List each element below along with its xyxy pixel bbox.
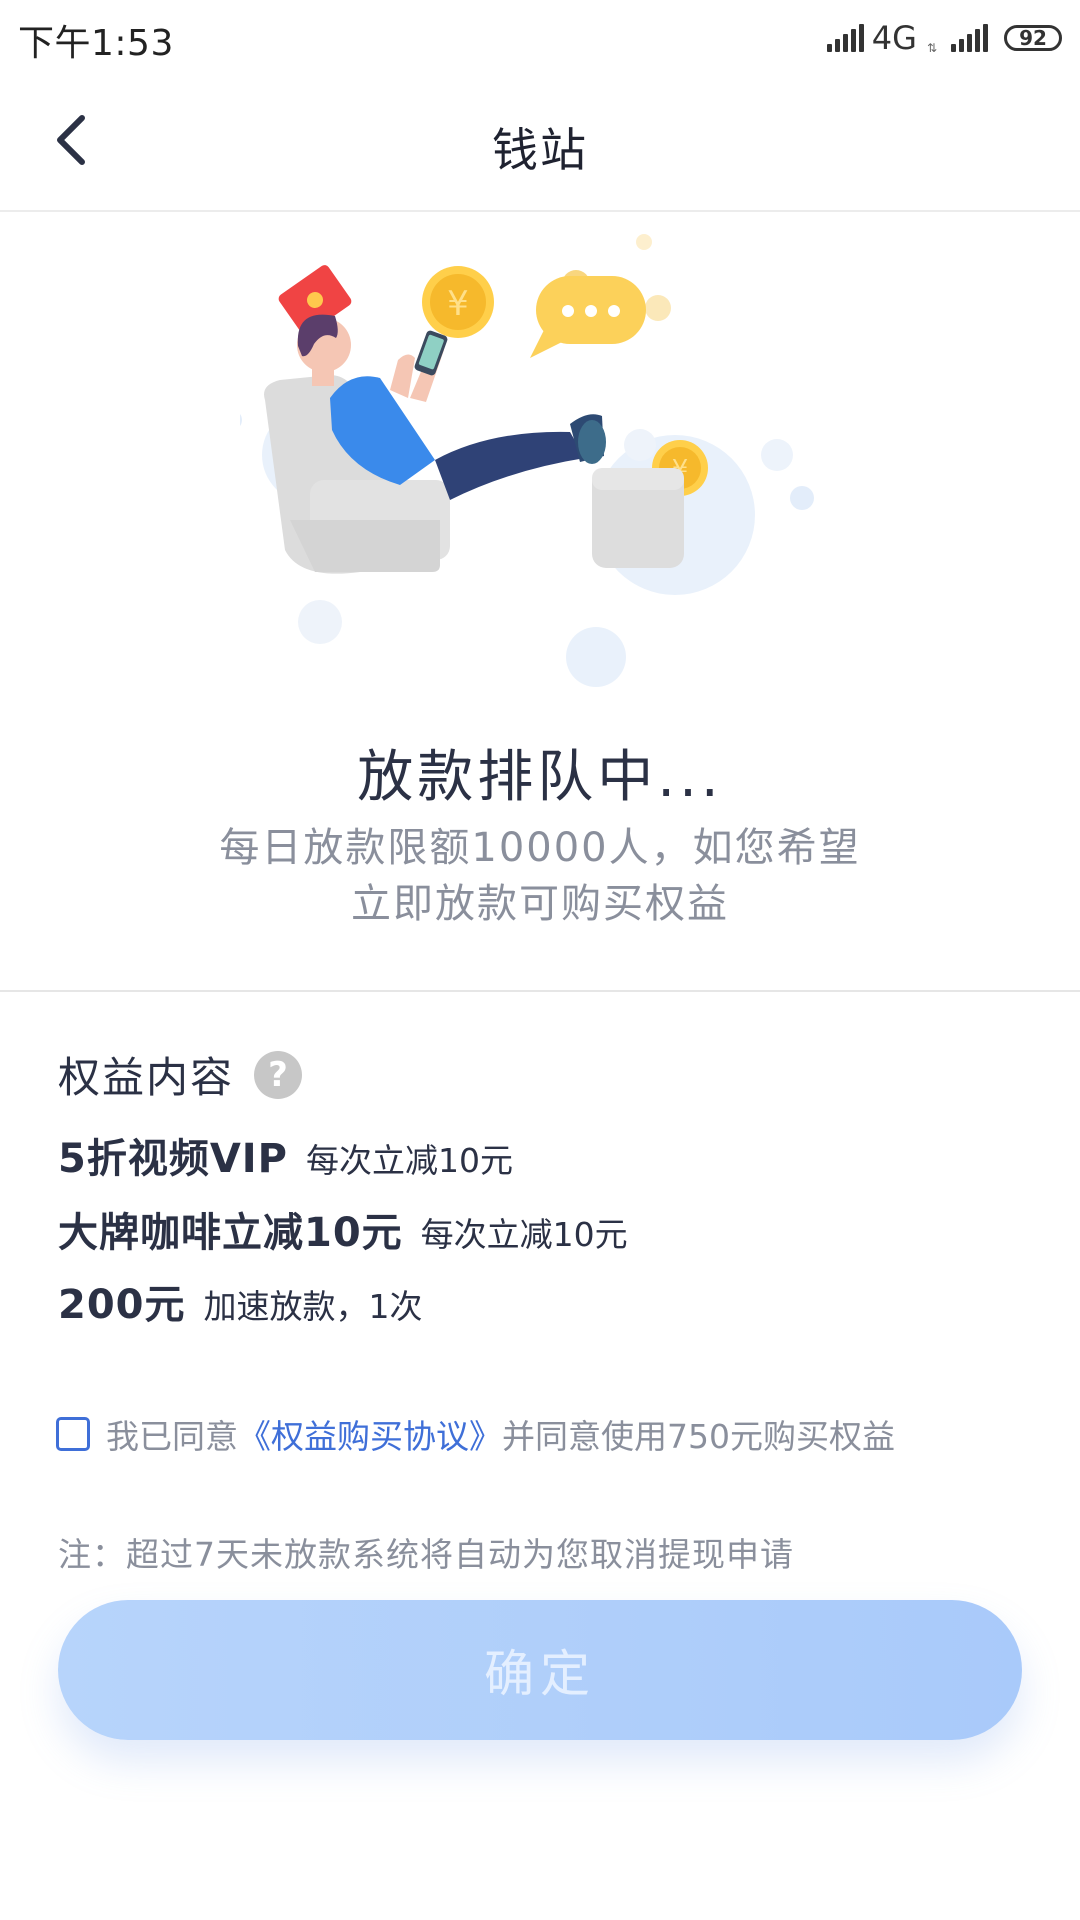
question-mark-icon[interactable]: ?: [254, 1050, 303, 1099]
network-type: 4G: [871, 19, 917, 57]
signal-icon: [826, 24, 864, 52]
agreement-suffix: 并同意使用750元购买权益: [502, 1417, 895, 1456]
benefit-item-title: 大牌咖啡立减10元: [58, 1210, 403, 1256]
section-divider: [0, 990, 1080, 992]
agreement-prefix: 我已同意: [106, 1417, 238, 1456]
nav-bar: 钱站: [0, 74, 1080, 212]
bg-dot-4: [790, 486, 814, 510]
battery-icon: 92: [1004, 25, 1062, 51]
chat-bubble-icon: [530, 276, 646, 358]
queue-desc-line-2: 立即放款可购买权益: [351, 881, 729, 927]
benefit-item-title: 5折视频VIP: [58, 1136, 288, 1182]
benefit-item-detail: 每次立减10元: [306, 1141, 513, 1180]
svg-text:¥: ¥: [447, 284, 469, 324]
benefits-title: 权益内容: [58, 1053, 235, 1102]
queue-illustration: ¥ ¥: [240, 234, 814, 687]
agreement-row: 我已同意 《权益购买协议》 并同意使用750元购买权益: [56, 1410, 895, 1458]
queue-status-title: 放款排队中...: [357, 745, 723, 810]
agreement-checkbox[interactable]: [56, 1417, 90, 1451]
benefit-item: 5折视频VIP 每次立减10元: [58, 1126, 513, 1184]
benefits-header: 权益内容 ?: [58, 1044, 303, 1105]
battery-level: 92: [1019, 26, 1047, 50]
confirm-button[interactable]: 确定: [58, 1600, 1022, 1740]
benefit-item-detail: 每次立减10元: [420, 1215, 628, 1254]
bg-dot-2: [240, 414, 242, 426]
ottoman: [592, 468, 684, 568]
signal-icon-secondary: [951, 24, 988, 52]
queue-desc-line-1: 每日放款限额10000人，如您希望: [219, 825, 861, 871]
status-time: 下午1:53: [18, 23, 174, 64]
bg-dot-1: [298, 600, 342, 644]
benefit-item: 200元 加速放款，1次: [58, 1272, 423, 1330]
coin-icon-large: ¥: [422, 266, 494, 338]
bg-dot-5: [761, 439, 793, 471]
benefit-item: 大牌咖啡立减10元 每次立减10元: [58, 1200, 628, 1258]
bg-dot-6: [566, 627, 626, 687]
status-indicators: 4G ⇅ 92: [826, 18, 1062, 58]
agreement-link[interactable]: 《权益购买协议》: [238, 1410, 502, 1458]
data-arrows-icon: ⇅: [926, 41, 937, 55]
bg-dot-3: [624, 429, 656, 461]
queue-status-description: 每日放款限额10000人，如您希望 立即放款可购买权益: [200, 820, 880, 932]
benefit-item-detail: 加速放款，1次: [203, 1287, 423, 1326]
cancel-note: 注：超过7天未放款系统将自动为您取消提现申请: [58, 1535, 794, 1574]
benefit-item-title: 200元: [58, 1282, 186, 1328]
status-bar: 下午1:53 4G ⇅ 92: [0, 0, 1080, 74]
page-title: 钱站: [492, 123, 588, 177]
